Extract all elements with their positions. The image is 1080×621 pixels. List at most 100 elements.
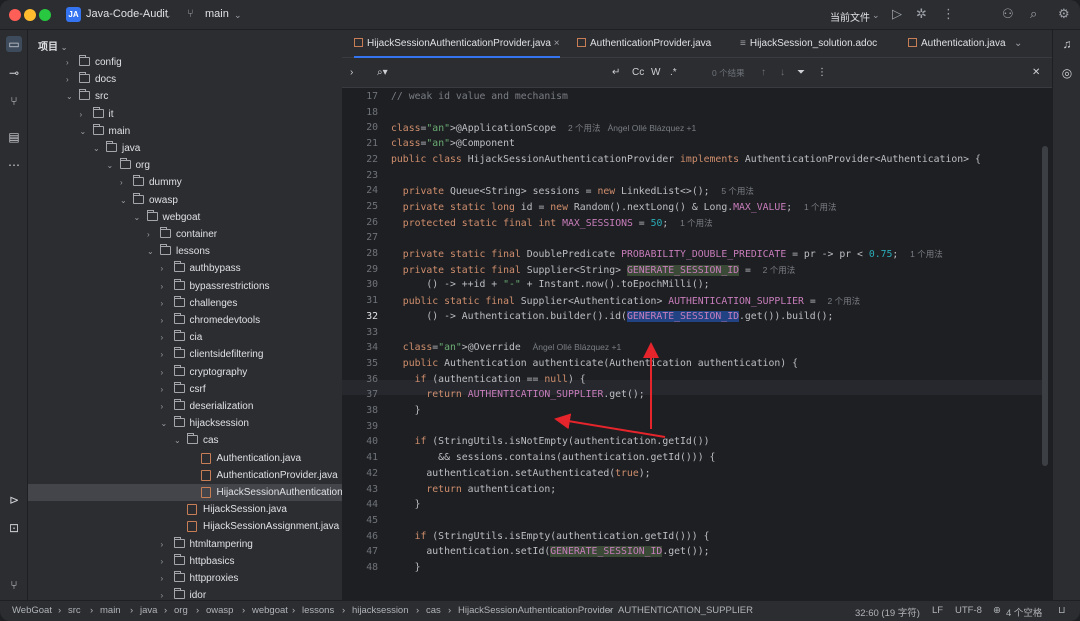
previous-occurrence-icon[interactable]: ↑ xyxy=(761,67,766,78)
code-line[interactable]: authentication.setAuthenticated(true); xyxy=(391,468,650,479)
tree-folder[interactable]: › it xyxy=(28,106,342,123)
code-line[interactable]: // weak id value and mechanism xyxy=(391,91,568,102)
debug-icon[interactable]: ✲ xyxy=(916,6,927,22)
tree-file[interactable]: HijackSessionAssignment.java xyxy=(28,518,342,535)
breadcrumb-item[interactable]: owasp xyxy=(206,605,233,616)
regex-toggle[interactable]: .* xyxy=(670,67,677,78)
tree-folder[interactable]: › httpproxies xyxy=(28,570,342,587)
tree-folder[interactable]: ⌄ cas xyxy=(28,432,342,449)
tree-file[interactable]: HijackSession.java xyxy=(28,501,342,518)
commit-tool-icon[interactable]: ⊸ xyxy=(6,65,22,81)
tree-folder[interactable]: ⌄ src xyxy=(28,88,342,105)
chevron-right-icon[interactable]: › xyxy=(161,587,164,600)
breadcrumb-item[interactable]: AUTHENTICATION_SUPPLIER xyxy=(618,605,753,616)
chevron-right-icon[interactable]: › xyxy=(120,174,123,191)
caret-position[interactable]: 32:60 (19 字符) xyxy=(855,605,920,619)
code-line[interactable]: class="an">@Component xyxy=(391,138,515,149)
add-user-icon[interactable]: ⚇ xyxy=(1002,6,1014,22)
code-line[interactable]: && sessions.contains(authentication.getI… xyxy=(391,452,715,463)
indent-setting[interactable]: 4 个空格 xyxy=(1006,605,1042,619)
code-line[interactable]: public class HijackSessionAuthentication… xyxy=(391,154,981,165)
tree-folder[interactable]: › cia xyxy=(28,329,342,346)
close-window-button[interactable] xyxy=(9,9,21,21)
git-icon[interactable]: ⑂ xyxy=(6,577,22,593)
chevron-down-icon[interactable]: ⌄ xyxy=(120,192,127,209)
tree-folder[interactable]: › httpbasics xyxy=(28,553,342,570)
chevron-right-icon[interactable]: › xyxy=(161,278,164,295)
project-tool-icon[interactable]: ▭ xyxy=(6,36,22,52)
tree-folder[interactable]: ⌄ hijacksession xyxy=(28,415,342,432)
settings-icon[interactable]: ⚙ xyxy=(1058,6,1070,22)
search-history-icon[interactable]: ⌕▾ xyxy=(377,67,388,78)
tree-folder[interactable]: › chromedevtools xyxy=(28,312,342,329)
tree-folder[interactable]: › bypassrestrictions xyxy=(28,278,342,295)
code-line[interactable]: } xyxy=(391,499,421,510)
code-line[interactable]: private static long id = new Random().ne… xyxy=(391,201,837,213)
chevron-down-icon[interactable]: ⌄ xyxy=(161,415,168,432)
code-line[interactable]: } xyxy=(391,405,421,416)
breadcrumb-item[interactable]: HijackSessionAuthenticationProvider xyxy=(458,605,613,616)
tree-folder[interactable]: ⌄ owasp xyxy=(28,192,342,209)
tab-hijacksession-solution[interactable]: ≡ HijackSession_solution.adoc xyxy=(740,30,877,58)
more-icon[interactable]: ⋮ xyxy=(942,6,955,22)
terminal-icon[interactable]: ⊡ xyxy=(6,520,22,536)
chevron-down-icon[interactable]: ⌄ xyxy=(107,157,114,174)
chevron-right-icon[interactable]: › xyxy=(161,346,164,363)
breadcrumb-item[interactable]: cas xyxy=(426,605,441,616)
tree-folder[interactable]: › config xyxy=(28,54,342,71)
chevron-down-icon[interactable]: ⌄ xyxy=(147,243,154,260)
chevron-right-icon[interactable]: › xyxy=(80,106,83,123)
chevron-right-icon[interactable]: › xyxy=(161,329,164,346)
chevron-right-icon[interactable]: › xyxy=(66,54,69,71)
next-occurrence-icon[interactable]: ↓ xyxy=(780,67,785,78)
chevron-right-icon[interactable]: › xyxy=(161,364,164,381)
code-line[interactable]: public Authentication authenticate(Authe… xyxy=(391,358,798,369)
editor-scrollbar[interactable] xyxy=(1042,146,1048,466)
tree-folder[interactable]: › deserialization xyxy=(28,398,342,415)
chevron-right-icon[interactable]: › xyxy=(161,536,164,553)
code-line[interactable]: public static final Supplier<Authenticat… xyxy=(391,295,860,307)
tree-folder[interactable]: ⌄ main xyxy=(28,123,342,140)
tree-file[interactable]: HijackSessionAuthenticationProvider.java xyxy=(28,484,342,501)
breadcrumb-item[interactable]: hijacksession xyxy=(352,605,409,616)
code-view[interactable]: 17 // weak id value and mechanism 18 20 clas… xyxy=(342,88,1052,600)
code-line[interactable]: protected static final int MAX_SESSIONS … xyxy=(391,217,713,229)
tree-folder[interactable]: › csrf xyxy=(28,381,342,398)
close-find-icon[interactable]: ✕ xyxy=(1032,67,1040,78)
project-panel-title[interactable]: 项目 ⌄ xyxy=(38,38,67,53)
pull-request-icon[interactable]: ⑂ xyxy=(6,93,22,109)
chevron-down-icon[interactable]: ⌄ xyxy=(66,88,73,105)
tab-authentication[interactable]: Authentication.java xyxy=(908,30,1006,58)
code-line[interactable]: class="an">@Override Àngel Ollé Blázquez… xyxy=(391,342,621,353)
line-ending[interactable]: LF xyxy=(932,605,943,616)
notifications-icon[interactable]: ♫ xyxy=(1059,36,1075,52)
chevron-right-icon[interactable]: › xyxy=(161,570,164,587)
code-line[interactable]: if (authentication == null) { xyxy=(391,374,586,385)
expand-replace-chevron-icon[interactable]: › xyxy=(350,67,353,78)
chevron-right-icon[interactable]: › xyxy=(161,381,164,398)
tree-folder[interactable]: › docs xyxy=(28,71,342,88)
tree-file[interactable]: Authentication.java xyxy=(28,450,342,467)
minimize-window-button[interactable] xyxy=(24,9,36,21)
whole-words-toggle[interactable]: W xyxy=(651,67,660,78)
breadcrumb-item[interactable]: main xyxy=(100,605,121,616)
chevron-right-icon[interactable]: › xyxy=(66,71,69,88)
tree-folder[interactable]: › clientsidefiltering xyxy=(28,346,342,363)
tab-hijacksessionauthenticationprovider[interactable]: HijackSessionAuthenticationProvider.java… xyxy=(354,30,560,58)
file-encoding[interactable]: UTF-8 xyxy=(955,605,982,616)
code-line[interactable]: authentication.setId(GENERATE_SESSION_ID… xyxy=(391,546,710,558)
more-tools-icon[interactable]: ⋯ xyxy=(6,157,22,173)
tree-folder[interactable]: › idor xyxy=(28,587,342,600)
code-line[interactable]: return AUTHENTICATION_SUPPLIER.get(); xyxy=(391,389,644,400)
tab-authenticationprovider[interactable]: AuthenticationProvider.java xyxy=(577,30,711,58)
find-more-icon[interactable]: ⋮ xyxy=(817,67,827,78)
chevron-right-icon[interactable]: › xyxy=(161,398,164,415)
tree-folder[interactable]: › authbypass xyxy=(28,260,342,277)
tree-folder[interactable]: › container xyxy=(28,226,342,243)
tree-folder[interactable]: › cryptography xyxy=(28,364,342,381)
readonly-toggle-icon[interactable]: ⊔ xyxy=(1058,605,1065,616)
breadcrumb-item[interactable]: src xyxy=(68,605,81,616)
code-line[interactable]: if (StringUtils.isNotEmpty(authenticatio… xyxy=(391,436,710,447)
chevron-right-icon[interactable]: › xyxy=(161,260,164,277)
chevron-down-icon[interactable]: ⌄ xyxy=(93,140,100,157)
